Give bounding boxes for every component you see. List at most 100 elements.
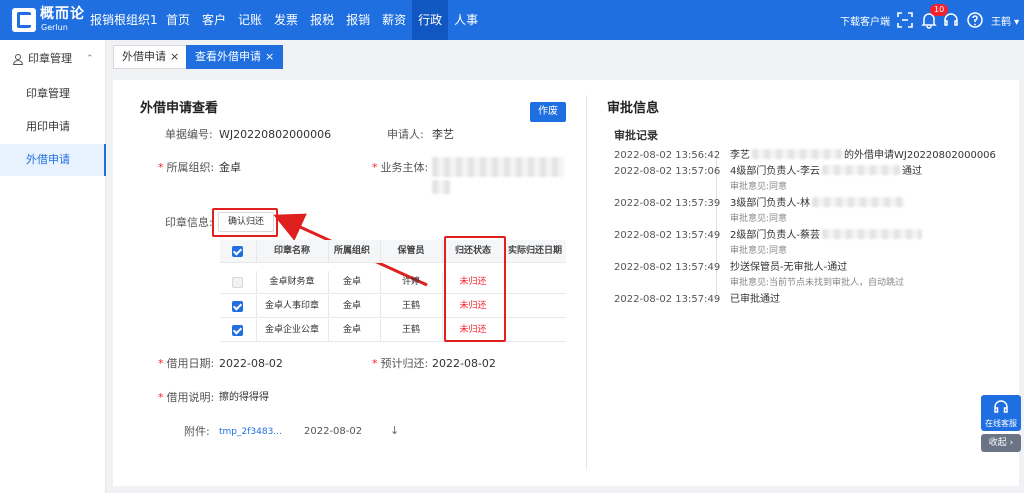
timeline-text: 3级部门负责人-林 <box>730 197 906 210</box>
row-checkbox[interactable] <box>232 325 243 336</box>
nav-item-home[interactable]: 首页 <box>160 0 196 40</box>
attachment-link[interactable]: tmp_2f3483... <box>219 426 282 438</box>
expected-return-label: * 预计归还: <box>372 357 429 370</box>
col-seal-name: 印章名称 <box>273 246 310 256</box>
timeline-text-head: 3级部门负责人-林 <box>730 198 810 209</box>
highlight-box-return-status <box>444 236 506 342</box>
timeline-time: 2022-08-02 13:57:06 <box>614 166 721 177</box>
timeline-time: 2022-08-02 13:57:39 <box>614 198 721 209</box>
table-row: 金卓人事印章 金卓 王鹤 未归还 <box>220 295 566 318</box>
highlight-box-confirm <box>212 208 278 237</box>
redacted-segment <box>752 149 842 159</box>
doc-no-value: WJ20220802000006 <box>219 128 332 141</box>
expected-return-value: 2022-08-02 <box>432 357 496 370</box>
logo-text: 概而论 <box>40 6 85 22</box>
entity-value-redacted-2 <box>432 180 450 194</box>
fold-button[interactable]: 收起 › <box>981 434 1021 452</box>
timeline-comment: 审批意见:同意 <box>730 246 788 256</box>
sidebar-item-seal-management[interactable]: 印章管理 <box>0 78 106 110</box>
user-icon <box>12 54 24 65</box>
tab-view-borrow-request[interactable]: 查看外借申请 × <box>186 45 284 69</box>
timeline-text: 已审批通过 <box>730 294 780 305</box>
online-service-label: 在线客服 <box>985 419 1017 428</box>
row-checkbox[interactable] <box>232 277 243 288</box>
timeline-text-head: 4级部门负责人-李云 <box>730 166 820 177</box>
select-all-checkbox[interactable] <box>232 246 243 257</box>
attachment-date: 2022-08-02 <box>304 426 363 437</box>
applicant-label: 申请人: <box>387 128 424 141</box>
row-checkbox[interactable] <box>232 301 243 312</box>
borrow-date-label-text: 借用日期: <box>166 357 215 370</box>
purpose-label: * 借用说明: <box>158 391 215 404</box>
redacted-segment <box>821 229 922 239</box>
tab-label: 查看外借申请 <box>195 50 261 63</box>
panel-divider <box>586 95 587 470</box>
nav-item-tax[interactable]: 报税 <box>304 0 340 40</box>
headset-icon[interactable] <box>942 11 960 29</box>
attachment-label: 附件: <box>184 425 210 438</box>
download-client-link[interactable]: 下载客户端 <box>840 13 890 28</box>
purpose-value: 擦的得得得 <box>219 392 269 403</box>
page-title: 外借申请查看 <box>140 101 219 116</box>
borrow-date-value: 2022-08-02 <box>219 357 283 370</box>
cell-seal-name: 金卓财务章 <box>269 277 315 287</box>
timeline-time: 2022-08-02 13:57:49 <box>614 230 721 241</box>
timeline-text-head: 李艺 <box>730 150 750 161</box>
close-icon[interactable]: × <box>265 50 274 63</box>
cell-actual-return-date <box>504 271 566 294</box>
top-navbar: 概而论 Gerlun 报销根组织1 首页 客户 记账 发票 报税 报销 薪资 行… <box>0 0 1024 40</box>
col-keeper: 保管员 <box>397 246 425 256</box>
nav-item-admin[interactable]: 行政 <box>412 0 449 40</box>
void-button[interactable]: 作废 <box>530 102 566 122</box>
scan-icon[interactable] <box>896 11 914 29</box>
help-icon[interactable] <box>966 11 984 29</box>
borrow-date-label: * 借用日期: <box>158 357 215 370</box>
approval-record-title: 审批记录 <box>614 129 658 142</box>
timeline-text-head: 2级部门负责人-蔡芸 <box>730 230 820 241</box>
nav-item-reimbursement[interactable]: 报销 <box>340 0 376 40</box>
nav-item-invoices[interactable]: 发票 <box>268 0 304 40</box>
cell-seal-name: 金卓企业公章 <box>264 325 319 335</box>
cell-keeper: 王鹤 <box>401 325 420 335</box>
sidebar: 印章管理 ⌃ 印章管理 用印申请 外借申请 <box>0 40 106 493</box>
nav-item-hr[interactable]: 人事 <box>448 0 484 40</box>
col-actual-return-date: 实际归还日期 <box>507 246 562 256</box>
download-icon[interactable]: ↓ <box>390 424 399 438</box>
timeline-comment: 审批意见:同意 <box>730 182 788 192</box>
entity-label-text: 业务主体: <box>380 161 429 174</box>
nav-item-customers[interactable]: 客户 <box>196 0 232 40</box>
org-label-text: 所属组织: <box>166 161 215 174</box>
timeline-text-tail: 通过 <box>901 166 922 177</box>
sidebar-group-label: 印章管理 <box>28 52 72 65</box>
online-service-button[interactable]: 在线客服 <box>981 395 1021 431</box>
close-icon[interactable]: × <box>170 50 179 63</box>
timeline-text: 2级部门负责人-蔡芸 <box>730 229 924 242</box>
timeline-text: 李艺 的外借申请WJ20220802000006 <box>730 149 996 162</box>
cell-org: 金卓 <box>342 325 361 335</box>
cell-actual-return-date <box>504 319 566 342</box>
user-name: 王鹤 <box>991 17 1011 28</box>
sidebar-item-seal-request[interactable]: 用印申请 <box>0 111 106 143</box>
sidebar-group-seal-management[interactable]: 印章管理 ⌃ <box>0 48 106 70</box>
cell-org: 金卓 <box>342 277 361 287</box>
expected-return-label-text: 预计归还: <box>380 357 429 370</box>
timeline-time: 2022-08-02 13:56:42 <box>614 150 721 161</box>
timeline-text: 抄送保管员-无审批人-通过 <box>730 262 848 273</box>
user-menu[interactable]: 王鹤 ▾ <box>991 13 1019 28</box>
approval-title: 审批信息 <box>607 101 660 116</box>
entity-value-redacted <box>432 157 564 177</box>
timeline-comment: 审批意见:同意 <box>730 214 788 224</box>
nav-item-payroll[interactable]: 薪资 <box>376 0 412 40</box>
tab-borrow-request[interactable]: 外借申请 × <box>113 45 189 69</box>
org-value: 金卓 <box>219 161 241 174</box>
table-row: 金卓企业公章 金卓 王鹤 未归还 <box>220 319 566 342</box>
cell-seal-name: 金卓人事印章 <box>264 301 319 311</box>
nav-item-bookkeeping[interactable]: 记账 <box>232 0 268 40</box>
table-row: 金卓财务章 金卓 许婷 未归还 <box>220 271 566 294</box>
sidebar-item-borrow-request[interactable]: 外借申请 <box>0 144 106 176</box>
org-switcher[interactable]: 报销根组织1 <box>90 12 158 28</box>
tab-label: 外借申请 <box>122 50 166 63</box>
purpose-label-text: 借用说明: <box>166 391 215 404</box>
seal-info-label: 印章信息: <box>165 216 213 229</box>
cell-keeper: 王鹤 <box>401 301 420 311</box>
